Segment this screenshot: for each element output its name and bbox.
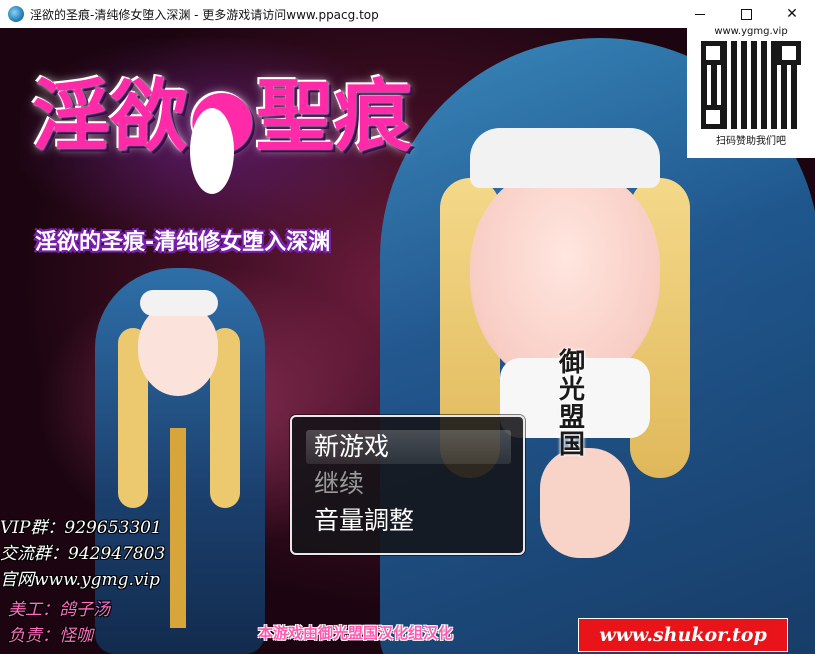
small-nun-face bbox=[138, 304, 218, 396]
qr-code-icon bbox=[701, 41, 801, 129]
seal-char: 光 bbox=[558, 375, 585, 406]
menu-volume-settings[interactable]: 音量調整 bbox=[306, 504, 511, 538]
small-nun-cross bbox=[170, 428, 186, 628]
seal-char: 国 bbox=[558, 429, 585, 460]
close-icon: ✕ bbox=[786, 6, 798, 22]
minimize-icon bbox=[695, 13, 705, 15]
menu-continue[interactable]: 继续 bbox=[306, 467, 511, 501]
title-menu: 新游戏 继续 音量調整 bbox=[290, 415, 525, 555]
small-nun-headband bbox=[140, 290, 218, 316]
large-nun-headband bbox=[470, 128, 660, 188]
qr-panel: www.ygmg.vip 扫码赞助我们吧 bbox=[687, 23, 815, 158]
seal-char: 盟 bbox=[558, 402, 585, 433]
logo-censor-blot bbox=[190, 108, 234, 194]
maximize-icon bbox=[740, 8, 752, 20]
artist-credit-text: 美工：鸽子汤 bbox=[8, 600, 110, 620]
qr-site-text: www.ygmg.vip bbox=[714, 26, 788, 37]
official-site-text: 官网www.ygmg.vip bbox=[0, 570, 160, 590]
window-title: 淫欲的圣痕-清纯修女堕入深渊 - 更多游戏请访问www.ppacg.top bbox=[30, 7, 379, 22]
game-window: 淫欲的圣痕-清纯修女堕入深渊 - 更多游戏请访问www.ppacg.top ✕ bbox=[0, 0, 815, 654]
vip-group-text: VIP群：929653301 bbox=[0, 518, 162, 538]
app-icon bbox=[8, 6, 24, 22]
menu-new-game[interactable]: 新游戏 bbox=[306, 430, 511, 464]
lead-credit-text: 负责：怪咖 bbox=[8, 626, 93, 646]
large-nun-hands bbox=[540, 448, 630, 558]
localization-credit: 本游戏由御光盟国汉化组汉化 bbox=[258, 624, 454, 642]
game-logo-subtitle: 淫欲的圣痕-清纯修女堕入深渊 bbox=[35, 230, 331, 255]
site-badge: www.shukor.top bbox=[578, 618, 788, 652]
seal-char: 御 bbox=[558, 348, 585, 378]
chat-group-text: 交流群：942947803 bbox=[0, 544, 166, 564]
translator-seal: 御 光 盟 国 bbox=[540, 348, 604, 460]
qr-finder bbox=[701, 105, 725, 129]
qr-caption: 扫码赞助我们吧 bbox=[716, 136, 786, 147]
